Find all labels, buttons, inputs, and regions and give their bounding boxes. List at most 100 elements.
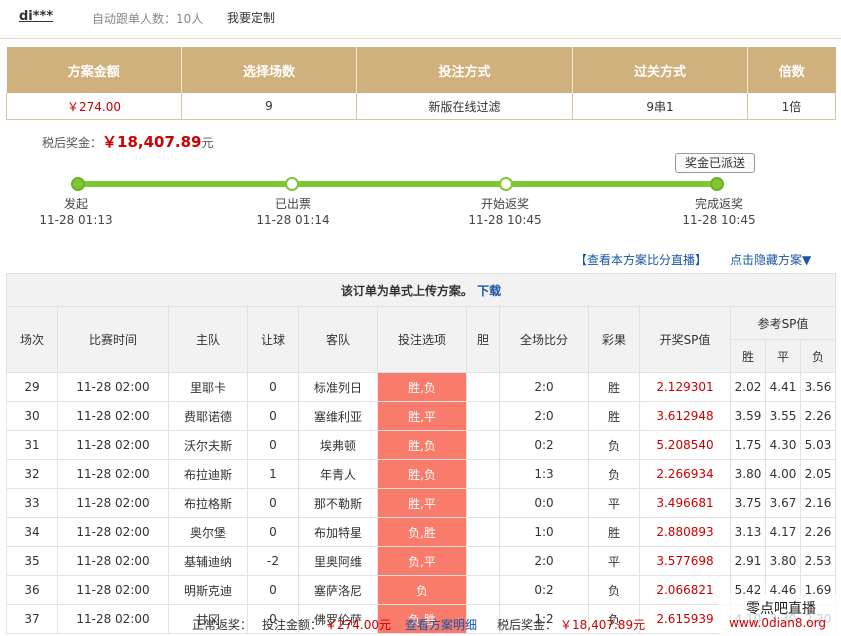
cell-handicap: -2 [247,546,299,576]
watermark: 零点吧直播 www.0dian8.org [718,594,836,634]
download-link[interactable]: 下载 [477,284,501,298]
cell-round: 36 [6,575,58,605]
cell-ref-lose: 2.26 [800,517,836,547]
cell-away: 塞维利亚 [298,401,378,431]
cell-home: 沃尔夫斯 [168,430,248,460]
col-ref-win: 胜 [730,339,766,373]
cell-ref-lose: 3.56 [800,372,836,402]
footer-status: 正常返奖： [192,618,253,632]
footer-bet-value: ￥274.00元 [325,618,391,632]
cell-handicap: 0 [247,372,299,402]
cell-bet-option: 胜,负 [377,459,467,489]
cell-handicap: 0 [247,430,299,460]
cell-away: 埃弗顿 [298,430,378,460]
follow-count: 自动跟单人数：10人 [92,12,204,26]
cell-result: 平 [588,488,640,518]
cell-time: 11-28 02:00 [57,517,169,547]
cell-home: 布拉迪斯 [168,459,248,489]
cell-away: 塞萨洛尼 [298,575,378,605]
cell-round: 29 [6,372,58,402]
cell-home: 布拉格斯 [168,488,248,518]
cell-bet-option: 负,平 [377,546,467,576]
prize-unit: 元 [201,136,214,150]
cell-away: 里奥阿维 [298,546,378,576]
cell-ref-win: 3.59 [730,401,766,431]
cell-time: 11-28 02:00 [57,546,169,576]
table-row: 35 11-28 02:00 基辅迪纳 -2 里奥阿维 负,平 2:0 平 3.577698 2.… [6,546,836,576]
cell-bet-option: 胜,平 [377,401,467,431]
detail-rows: 29 11-28 02:00 里耶卡 0 标准列日 胜,负 2:0 胜 2.129301 2.02… [6,372,836,634]
cell-result: 胜 [588,517,640,547]
header-amount: 方案金额 [6,47,182,93]
cell-banker [466,401,500,431]
cell-ref-win: 3.13 [730,517,766,547]
cell-ref-draw: 3.80 [765,546,801,576]
header-matches: 选择场数 [181,47,357,93]
footer-prize-value: ￥18,407.89元 [560,618,646,632]
cell-handicap: 0 [247,575,299,605]
live-score-link[interactable]: 【查看本方案比分直播】 [575,251,707,268]
cell-time: 11-28 02:00 [57,575,169,605]
cell-bet-option: 负,胜 [377,517,467,547]
custom-link[interactable]: 我要定制 [227,9,275,26]
cell-sp: 5.208540 [639,430,731,460]
step-time: 11-28 10:45 [468,213,542,227]
cell-score: 1:3 [499,459,589,489]
prize-label: 税后奖金： [42,136,103,150]
footer-bar: 正常返奖： 投注金额： ￥274.00元 查看方案明细 税后奖金： ￥18,40… [0,610,841,636]
cell-ref-draw: 4.00 [765,459,801,489]
cell-sp: 2.266934 [639,459,731,489]
value-pass-method: 9串1 [572,93,748,120]
step-payout-done: 完成返奖 11-28 10:45 [664,196,774,228]
cell-bet-option: 胜,平 [377,488,467,518]
cell-result: 负 [588,430,640,460]
cell-handicap: 0 [247,517,299,547]
detail-table: 该订单为单式上传方案。 下载 场次 比赛时间 主队 让球 客队 投注选项 胆 全… [6,273,836,634]
cell-time: 11-28 02:00 [57,488,169,518]
cell-time: 11-28 02:00 [57,430,169,460]
cell-round: 32 [6,459,58,489]
cell-time: 11-28 02:00 [57,372,169,402]
step-label: 已出票 [274,197,311,211]
cell-bet-option: 胜,负 [377,372,467,402]
cell-score: 2:0 [499,401,589,431]
cell-score: 2:0 [499,372,589,402]
step-start: 发起 11-28 01:13 [21,196,131,228]
cell-home: 费耶诺德 [168,401,248,431]
step-label: 开始返奖 [480,197,529,211]
footer-prize-label: 税后奖金： [497,618,558,632]
user-link[interactable]: di*** [19,9,53,24]
col-score: 全场比分 [499,306,589,373]
cell-sp: 2.129301 [639,372,731,402]
col-time: 比赛时间 [57,306,169,373]
cell-score: 1:0 [499,517,589,547]
plan-detail-link[interactable]: 查看方案明细 [405,616,477,633]
cell-ref-win: 1.75 [730,430,766,460]
cell-home: 明斯克迪 [168,575,248,605]
col-ref-lose: 负 [800,339,836,373]
header-bet-method: 投注方式 [356,47,573,93]
col-home: 主队 [168,306,248,373]
cell-time: 11-28 02:00 [57,459,169,489]
table-row: 32 11-28 02:00 布拉迪斯 1 年青人 胜,负 1:3 负 2.266934 3.80… [6,459,836,489]
table-row: 33 11-28 02:00 布拉格斯 0 那不勒斯 胜,平 0:0 平 3.496681 3.7… [6,488,836,518]
col-ref-sp: 参考SP值 [730,306,836,340]
cell-home: 基辅迪纳 [168,546,248,576]
value-multiple: 1倍 [747,93,836,120]
top-bar: di*** 自动跟单人数：10人 我要定制 [0,0,841,39]
cell-sp: 3.577698 [639,546,731,576]
cell-bet-option: 负 [377,575,467,605]
prize-sent-button[interactable]: 奖金已派送 [675,153,755,173]
col-sp: 开奖SP值 [639,306,731,373]
hide-plan-link[interactable]: 点击隐藏方案▼ [730,251,811,268]
footer-bet-label: 投注金额： [262,618,323,632]
cell-banker [466,430,500,460]
cell-ref-draw: 3.55 [765,401,801,431]
step-time: 11-28 10:45 [682,213,756,227]
col-bet-option: 投注选项 [377,306,467,373]
cell-banker [466,546,500,576]
cell-home: 奥尔堡 [168,517,248,547]
cell-away: 年青人 [298,459,378,489]
step-ticketed: 已出票 11-28 01:14 [238,196,348,228]
cell-result: 负 [588,459,640,489]
